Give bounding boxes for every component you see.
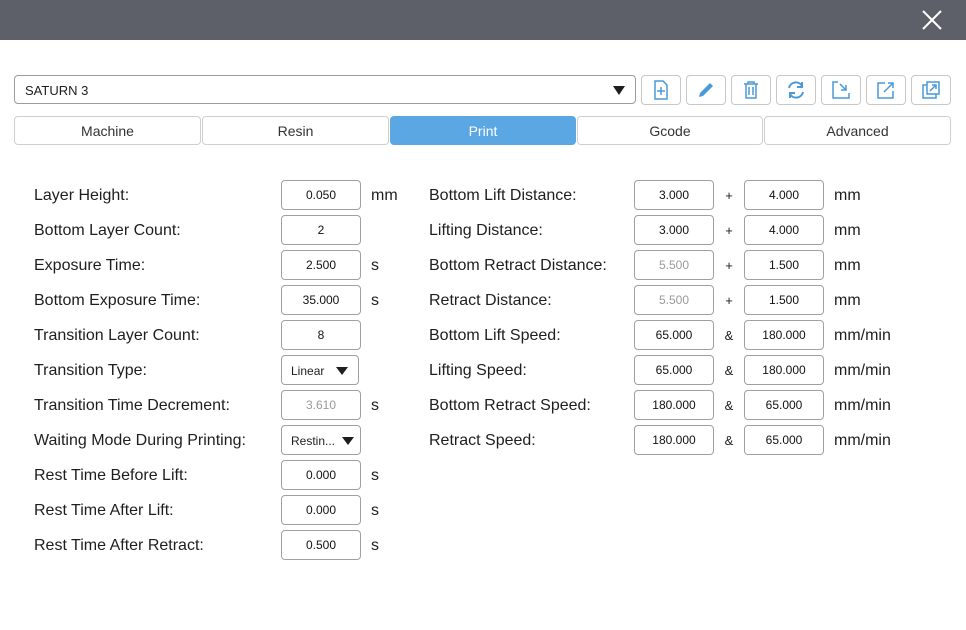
retract-distance-unit: mm bbox=[834, 292, 861, 309]
export-icon bbox=[877, 82, 894, 99]
retract-distance-b-input[interactable]: 1.500 bbox=[744, 285, 824, 315]
bottom-lift-speed-a-input[interactable]: 65.000 bbox=[634, 320, 714, 350]
transition-time-decrement-unit: s bbox=[371, 397, 379, 414]
bottom-layer-count-label: Bottom Layer Count: bbox=[34, 222, 181, 239]
new-profile-button[interactable] bbox=[641, 75, 681, 105]
lifting-speed-a-input[interactable]: 65.000 bbox=[634, 355, 714, 385]
tab-machine[interactable]: Machine bbox=[14, 116, 201, 145]
retract-speed-unit: mm/min bbox=[834, 432, 891, 449]
layer-height-unit: mm bbox=[371, 187, 398, 204]
bottom-lift-speed-label: Bottom Lift Speed: bbox=[429, 327, 561, 344]
bottom-lift-distance-a-input[interactable]: 3.000 bbox=[634, 180, 714, 210]
exposure-time-unit: s bbox=[371, 257, 379, 274]
lifting-distance-b-input[interactable]: 4.000 bbox=[744, 215, 824, 245]
lifting-speed-b-input[interactable]: 180.000 bbox=[744, 355, 824, 385]
retract-distance-a-input: 5.500 bbox=[634, 285, 714, 315]
share-profile-button[interactable] bbox=[911, 75, 951, 105]
layer-height-input[interactable]: 0.050 bbox=[281, 180, 361, 210]
lifting-distance-a-input[interactable]: 3.000 bbox=[634, 215, 714, 245]
bottom-exposure-time-unit: s bbox=[371, 292, 379, 309]
chevron-down-icon bbox=[342, 437, 354, 445]
lifting-speed-operator: & bbox=[724, 363, 734, 378]
bottom-layer-count-input[interactable]: 2 bbox=[281, 215, 361, 245]
waiting-mode-value: Restin... bbox=[291, 434, 336, 448]
bottom-retract-distance-operator: + bbox=[725, 258, 733, 273]
share-icon bbox=[922, 81, 940, 99]
transition-type-label: Transition Type: bbox=[34, 362, 147, 379]
exposure-time-input[interactable]: 2.500 bbox=[281, 250, 361, 280]
lifting-speed-label: Lifting Speed: bbox=[429, 362, 527, 379]
close-button[interactable] bbox=[920, 8, 944, 32]
refresh-profile-button[interactable] bbox=[776, 75, 816, 105]
transition-type-value: Linear bbox=[291, 364, 325, 378]
lifting-distance-label: Lifting Distance: bbox=[429, 222, 543, 239]
bottom-retract-speed-b-input[interactable]: 65.000 bbox=[744, 390, 824, 420]
title-bar bbox=[0, 0, 966, 40]
rest-after-lift-label: Rest Time After Lift: bbox=[34, 502, 174, 519]
transition-layer-count-input[interactable]: 8 bbox=[281, 320, 361, 350]
retract-distance-label: Retract Distance: bbox=[429, 292, 552, 309]
tab-print[interactable]: Print bbox=[390, 116, 576, 145]
transition-time-decrement-label: Transition Time Decrement: bbox=[34, 397, 230, 414]
bottom-retract-distance-a-input: 5.500 bbox=[634, 250, 714, 280]
retract-speed-label: Retract Speed: bbox=[429, 432, 536, 449]
bottom-lift-speed-b-input[interactable]: 180.000 bbox=[744, 320, 824, 350]
tab-resin[interactable]: Resin bbox=[202, 116, 389, 145]
rest-after-retract-unit: s bbox=[371, 537, 379, 554]
edit-profile-button[interactable] bbox=[686, 75, 726, 105]
profile-select-value: SATURN 3 bbox=[25, 83, 89, 98]
refresh-icon bbox=[788, 81, 804, 99]
waiting-mode-select[interactable]: Restin... bbox=[281, 425, 361, 455]
chevron-down-icon bbox=[336, 367, 348, 375]
bottom-lift-distance-operator: + bbox=[725, 188, 733, 203]
bottom-exposure-time-input[interactable]: 35.000 bbox=[281, 285, 361, 315]
layer-height-label: Layer Height: bbox=[34, 187, 130, 204]
chevron-down-icon bbox=[613, 86, 625, 95]
rest-after-retract-input[interactable]: 0.500 bbox=[281, 530, 361, 560]
transition-type-select[interactable]: Linear bbox=[281, 355, 359, 385]
file-plus-icon bbox=[654, 80, 668, 100]
waiting-mode-label: Waiting Mode During Printing: bbox=[34, 432, 246, 449]
lifting-distance-operator: + bbox=[725, 223, 733, 238]
rest-after-retract-label: Rest Time After Retract: bbox=[34, 537, 204, 554]
transition-layer-count-label: Transition Layer Count: bbox=[34, 327, 200, 344]
bottom-retract-distance-label: Bottom Retract Distance: bbox=[429, 257, 607, 274]
delete-profile-button[interactable] bbox=[731, 75, 771, 105]
close-icon bbox=[922, 10, 942, 30]
import-profile-button[interactable] bbox=[821, 75, 861, 105]
rest-before-lift-unit: s bbox=[371, 467, 379, 484]
rest-after-lift-input[interactable]: 0.000 bbox=[281, 495, 361, 525]
retract-speed-operator: & bbox=[724, 433, 734, 448]
trash-icon bbox=[744, 81, 758, 99]
lifting-distance-unit: mm bbox=[834, 222, 861, 239]
bottom-retract-distance-unit: mm bbox=[834, 257, 861, 274]
bottom-retract-speed-unit: mm/min bbox=[834, 397, 891, 414]
bottom-retract-speed-a-input[interactable]: 180.000 bbox=[634, 390, 714, 420]
bottom-retract-speed-label: Bottom Retract Speed: bbox=[429, 397, 591, 414]
pencil-icon bbox=[699, 83, 713, 97]
export-profile-button[interactable] bbox=[866, 75, 906, 105]
bottom-lift-distance-unit: mm bbox=[834, 187, 861, 204]
bottom-lift-distance-label: Bottom Lift Distance: bbox=[429, 187, 577, 204]
exposure-time-label: Exposure Time: bbox=[34, 257, 146, 274]
lifting-speed-unit: mm/min bbox=[834, 362, 891, 379]
bottom-lift-speed-unit: mm/min bbox=[834, 327, 891, 344]
tab-advanced[interactable]: Advanced bbox=[764, 116, 951, 145]
retract-distance-operator: + bbox=[725, 293, 733, 308]
bottom-exposure-time-label: Bottom Exposure Time: bbox=[34, 292, 201, 309]
bottom-lift-distance-b-input[interactable]: 4.000 bbox=[744, 180, 824, 210]
rest-before-lift-label: Rest Time Before Lift: bbox=[34, 467, 188, 484]
bottom-retract-distance-b-input[interactable]: 1.500 bbox=[744, 250, 824, 280]
rest-after-lift-unit: s bbox=[371, 502, 379, 519]
profile-select[interactable]: SATURN 3 bbox=[14, 75, 636, 104]
retract-speed-a-input[interactable]: 180.000 bbox=[634, 425, 714, 455]
bottom-lift-speed-operator: & bbox=[724, 328, 734, 343]
transition-time-decrement-input: 3.610 bbox=[281, 390, 361, 420]
rest-before-lift-input[interactable]: 0.000 bbox=[281, 460, 361, 490]
retract-speed-b-input[interactable]: 65.000 bbox=[744, 425, 824, 455]
import-icon bbox=[832, 81, 850, 99]
tab-gcode[interactable]: Gcode bbox=[577, 116, 763, 145]
bottom-retract-speed-operator: & bbox=[724, 398, 734, 413]
